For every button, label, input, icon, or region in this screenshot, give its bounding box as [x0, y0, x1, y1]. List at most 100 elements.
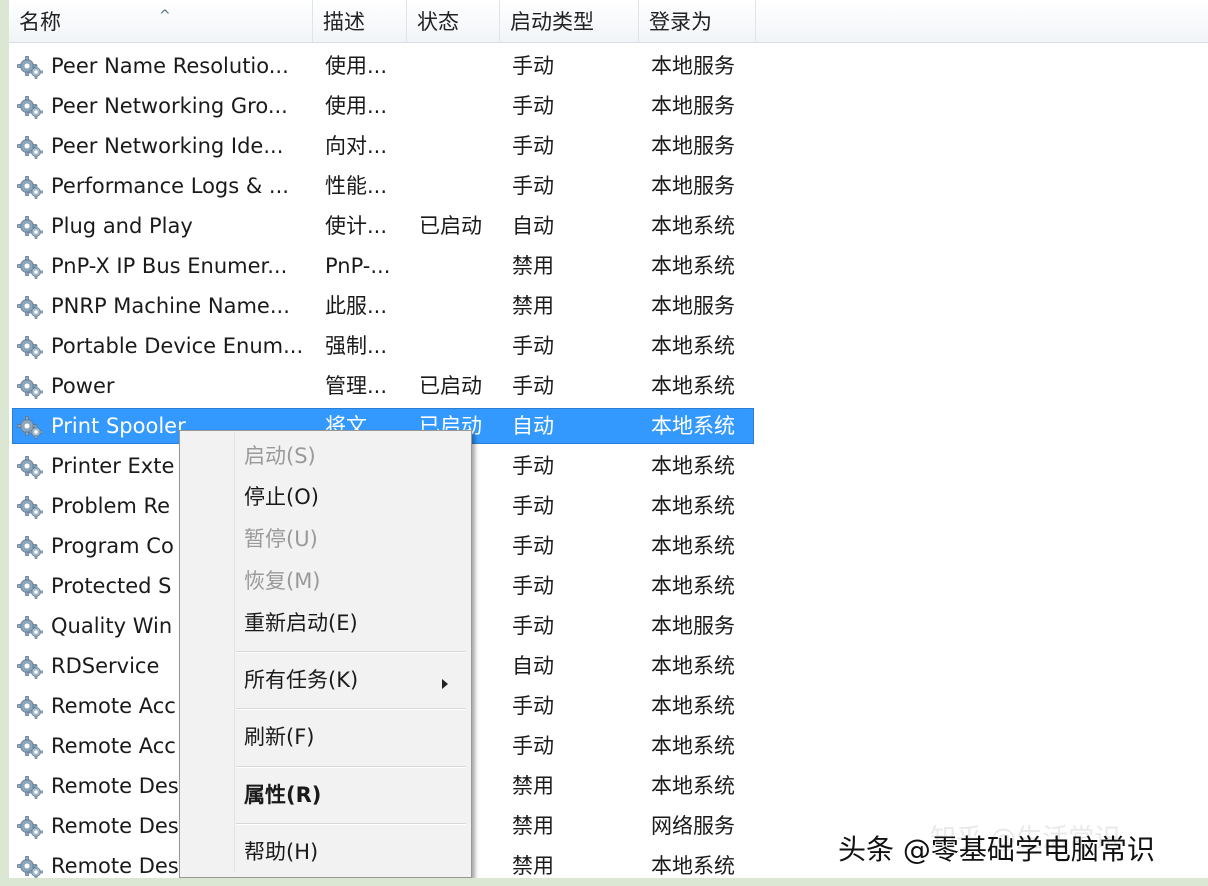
service-row[interactable]: PNRP Machine Name... 此服... 禁用 本地服务: [9, 286, 1208, 326]
column-header-logon-as[interactable]: 登录为: [639, 0, 756, 42]
menu-separator: [236, 708, 466, 710]
gear-icon: [17, 613, 45, 639]
menu-gutter: [234, 433, 235, 873]
service-logon-as: 本地系统: [651, 574, 735, 598]
service-description: PnP-...: [325, 254, 391, 278]
services-window: 名称 ^ 描述 状态 启动类型 登录为 Peer Name Resolutio.…: [0, 0, 1208, 886]
service-status: 已启动: [419, 214, 482, 238]
gear-icon: [17, 213, 45, 239]
service-logon-as: 本地系统: [651, 374, 735, 398]
service-startup-type: 自动: [512, 414, 554, 438]
menu-item-pause[interactable]: 暂停(U): [244, 521, 318, 557]
gear-icon: [17, 693, 45, 719]
gear-icon: [17, 333, 45, 359]
service-row[interactable]: Peer Networking Ide... 向对... 手动 本地服务: [9, 126, 1208, 166]
chevron-right-icon: [442, 679, 448, 689]
service-row[interactable]: Plug and Play 使计... 已启动 自动 本地系统: [9, 206, 1208, 246]
gear-icon: [17, 53, 45, 79]
gear-icon: [17, 853, 45, 879]
service-description: 使计...: [325, 214, 388, 238]
service-logon-as: 本地服务: [651, 134, 735, 158]
service-logon-as: 本地系统: [651, 694, 735, 718]
service-startup-type: 手动: [512, 334, 554, 358]
menu-item-restart[interactable]: 重新启动(E): [244, 605, 358, 641]
menu-separator: [236, 823, 466, 825]
column-header-status-label: 状态: [417, 10, 459, 34]
service-name: Performance Logs & ...: [51, 174, 289, 198]
service-name: PnP-X IP Bus Enumer...: [51, 254, 288, 278]
service-row[interactable]: PnP-X IP Bus Enumer... PnP-... 禁用 本地系统: [9, 246, 1208, 286]
service-row[interactable]: Peer Name Resolutio... 使用... 手动 本地服务: [9, 46, 1208, 86]
service-logon-as: 本地系统: [651, 654, 735, 678]
service-name: Peer Networking Ide...: [51, 134, 284, 158]
menu-item-refresh[interactable]: 刷新(F): [244, 719, 314, 755]
service-logon-as: 本地系统: [651, 254, 735, 278]
service-description: 此服...: [325, 294, 388, 318]
menu-item-all-tasks[interactable]: 所有任务(K): [244, 662, 358, 698]
menu-item-start[interactable]: 启动(S): [244, 438, 316, 474]
service-name: Portable Device Enum...: [51, 334, 304, 358]
column-header-startup-type[interactable]: 启动类型: [500, 0, 639, 42]
service-name: Power: [51, 374, 115, 398]
gear-icon: [17, 453, 45, 479]
service-row[interactable]: Power 管理... 已启动 手动 本地系统: [9, 366, 1208, 406]
context-menu: 启动(S) 停止(O) 暂停(U) 恢复(M) 重新启动(E) 所有任务(K) …: [179, 430, 472, 878]
gear-icon: [17, 813, 45, 839]
service-startup-type: 手动: [512, 694, 554, 718]
service-startup-type: 手动: [512, 54, 554, 78]
column-header-name[interactable]: 名称 ^: [9, 0, 313, 42]
service-startup-type: 手动: [512, 534, 554, 558]
service-logon-as: 本地服务: [651, 54, 735, 78]
service-logon-as: 本地系统: [651, 534, 735, 558]
service-startup-type: 禁用: [512, 774, 554, 798]
menu-item-properties[interactable]: 属性(R): [244, 777, 321, 813]
service-logon-as: 本地系统: [651, 734, 735, 758]
gear-icon: [17, 413, 45, 439]
service-row[interactable]: Performance Logs & ... 性能... 手动 本地服务: [9, 166, 1208, 206]
gear-icon: [17, 93, 45, 119]
gear-icon: [17, 533, 45, 559]
service-description: 使用...: [325, 94, 388, 118]
service-logon-as: 本地系统: [651, 334, 735, 358]
gear-icon: [17, 733, 45, 759]
service-startup-type: 禁用: [512, 294, 554, 318]
menu-item-help[interactable]: 帮助(H): [244, 834, 318, 870]
service-status: 已启动: [419, 374, 482, 398]
service-startup-type: 手动: [512, 94, 554, 118]
service-description: 管理...: [325, 374, 388, 398]
column-header-logon-as-label: 登录为: [649, 10, 712, 34]
service-row[interactable]: Peer Networking Gro... 使用... 手动 本地服务: [9, 86, 1208, 126]
gear-icon: [17, 373, 45, 399]
gear-icon: [17, 773, 45, 799]
service-logon-as: 本地系统: [651, 454, 735, 478]
gear-icon: [17, 653, 45, 679]
service-startup-type: 手动: [512, 574, 554, 598]
menu-item-resume[interactable]: 恢复(M): [244, 563, 321, 599]
service-name: Plug and Play: [51, 214, 193, 238]
service-name: Peer Networking Gro...: [51, 94, 288, 118]
column-header-status[interactable]: 状态: [407, 0, 500, 42]
service-logon-as: 本地系统: [651, 494, 735, 518]
service-description: 性能...: [325, 174, 388, 198]
service-logon-as: 本地服务: [651, 294, 735, 318]
gear-icon: [17, 573, 45, 599]
service-logon-as: 网络服务: [651, 814, 735, 838]
list-header: 名称 ^ 描述 状态 启动类型 登录为: [9, 0, 1208, 43]
sort-arrow-icon: ^: [159, 8, 171, 24]
left-border: [0, 0, 9, 886]
service-startup-type: 手动: [512, 494, 554, 518]
menu-item-stop[interactable]: 停止(O): [244, 479, 319, 515]
service-startup-type: 手动: [512, 174, 554, 198]
service-startup-type: 手动: [512, 734, 554, 758]
service-name: Peer Name Resolutio...: [51, 54, 289, 78]
gear-icon: [17, 253, 45, 279]
column-header-description[interactable]: 描述: [313, 0, 407, 42]
gear-icon: [17, 493, 45, 519]
gear-icon: [17, 293, 45, 319]
menu-separator: [236, 651, 466, 653]
service-description: 强制...: [325, 334, 388, 358]
service-row[interactable]: Portable Device Enum... 强制... 手动 本地系统: [9, 326, 1208, 366]
gear-icon: [17, 173, 45, 199]
column-header-startup-type-label: 启动类型: [510, 10, 594, 34]
service-startup-type: 手动: [512, 614, 554, 638]
